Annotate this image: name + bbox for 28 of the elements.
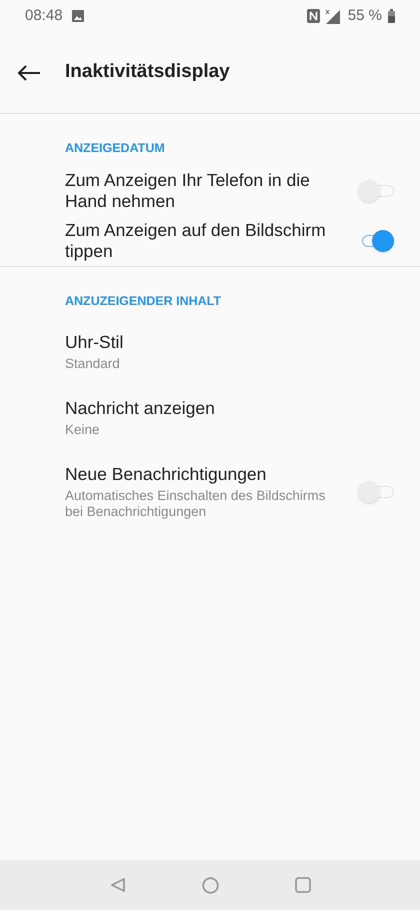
status-time: 08:48 xyxy=(25,6,63,26)
back-arrow-icon xyxy=(17,64,41,80)
setting-row[interactable]: Zum Anzeigen auf den Bildschirm tippen xyxy=(0,216,420,266)
setting-row[interactable]: Nachricht anzeigen Keine xyxy=(0,384,420,450)
recents-nav-icon[interactable] xyxy=(294,877,310,893)
setting-summary: Keine xyxy=(65,422,101,438)
battery-percent: 55 % xyxy=(348,6,382,26)
setting-row[interactable]: Neue Benachrichtigungen Automatisches Einschalten des Bildschirms bei Benachrichtigungen xyxy=(0,450,420,532)
setting-row[interactable]: Zum Anzeigen Ihr Telefon in die Hand nehmen xyxy=(0,166,420,216)
setting-title: Neue Benachrichtigungen xyxy=(65,464,268,484)
toggle-switch[interactable] xyxy=(358,480,394,502)
setting-summary: Standard xyxy=(65,356,121,372)
image-icon xyxy=(72,10,84,22)
section-header: ANZUZEIGENDER INHALT xyxy=(64,292,222,310)
home-nav-icon[interactable] xyxy=(202,876,218,894)
setting-row[interactable]: Uhr-Stil Standard xyxy=(0,318,420,384)
toggle-switch[interactable] xyxy=(358,180,394,202)
setting-summary: Automatisches Einschalten des Bildschirms bei Benachrichtigungen xyxy=(65,488,326,520)
battery-icon xyxy=(388,9,395,23)
signal-icon xyxy=(324,8,340,24)
section-header: ANZEIGEDATUM xyxy=(64,140,166,157)
setting-title: Uhr-Stil xyxy=(65,332,124,352)
nfc-icon xyxy=(306,9,320,23)
setting-title: Zum Anzeigen Ihr Telefon in die Hand nehmen xyxy=(65,170,311,212)
page-title: Inaktivitätsdisplay xyxy=(65,60,230,84)
setting-title: Zum Anzeigen auf den Bildschirm tippen xyxy=(65,220,327,262)
back-nav-icon[interactable] xyxy=(110,877,126,893)
setting-title: Nachricht anzeigen xyxy=(65,398,216,418)
